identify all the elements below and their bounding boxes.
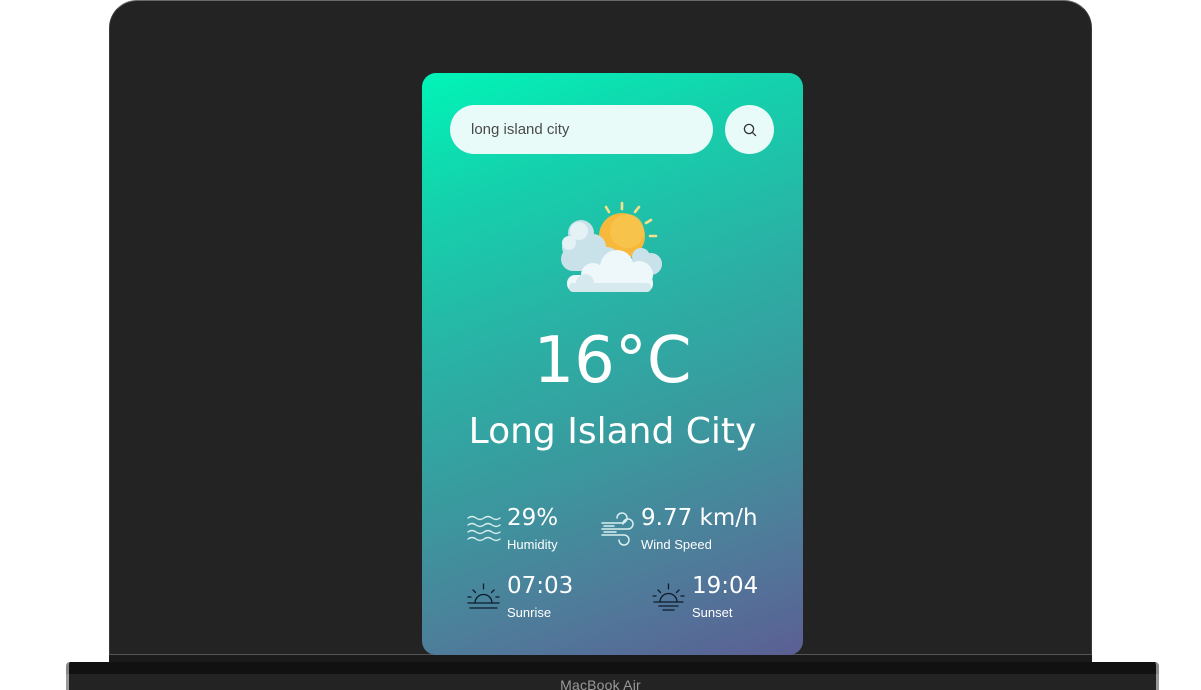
humidity-value: 29% — [507, 505, 559, 531]
partly-cloudy-icon — [561, 201, 662, 292]
city-name: Long Island City — [468, 411, 757, 452]
weather-card: 16°C Long Island City 29% Humidity — [422, 73, 803, 655]
sunset-value: 19:04 — [692, 573, 759, 599]
humidity-text: 29% Humidity — [507, 505, 559, 552]
temperature: 16°C — [533, 324, 692, 398]
wind-label: Wind Speed — [641, 537, 712, 552]
sunrise-stat: 07:03 Sunrise — [466, 575, 573, 619]
search-icon — [743, 123, 756, 136]
wind-icon — [601, 512, 634, 546]
wind-stat: 9.77 km/h Wind Speed — [600, 507, 758, 551]
sunset-stat: 19:04 Sunset — [651, 575, 758, 619]
sunrise-label: Sunrise — [507, 605, 552, 620]
sunset-icon — [652, 583, 685, 611]
laptop-mockup: MacBook Air long island city 16°C Long I… — [0, 0, 1201, 690]
search-input[interactable] — [450, 105, 713, 154]
sunrise-text: 07:03 Sunrise — [507, 573, 574, 620]
sunrise-value: 07:03 — [507, 573, 574, 599]
sunrise-icon — [467, 583, 500, 609]
device-label: MacBook Air — [560, 677, 641, 690]
wind-value: 9.77 km/h — [641, 505, 758, 531]
humidity-stat: 29% Humidity — [466, 507, 558, 551]
sunset-label: Sunset — [692, 605, 733, 620]
search-button[interactable] — [725, 105, 774, 154]
wind-text: 9.77 km/h Wind Speed — [641, 505, 758, 552]
humidity-label: Humidity — [507, 537, 558, 552]
humidity-waves-icon — [467, 515, 501, 542]
sunset-text: 19:04 Sunset — [692, 573, 759, 620]
